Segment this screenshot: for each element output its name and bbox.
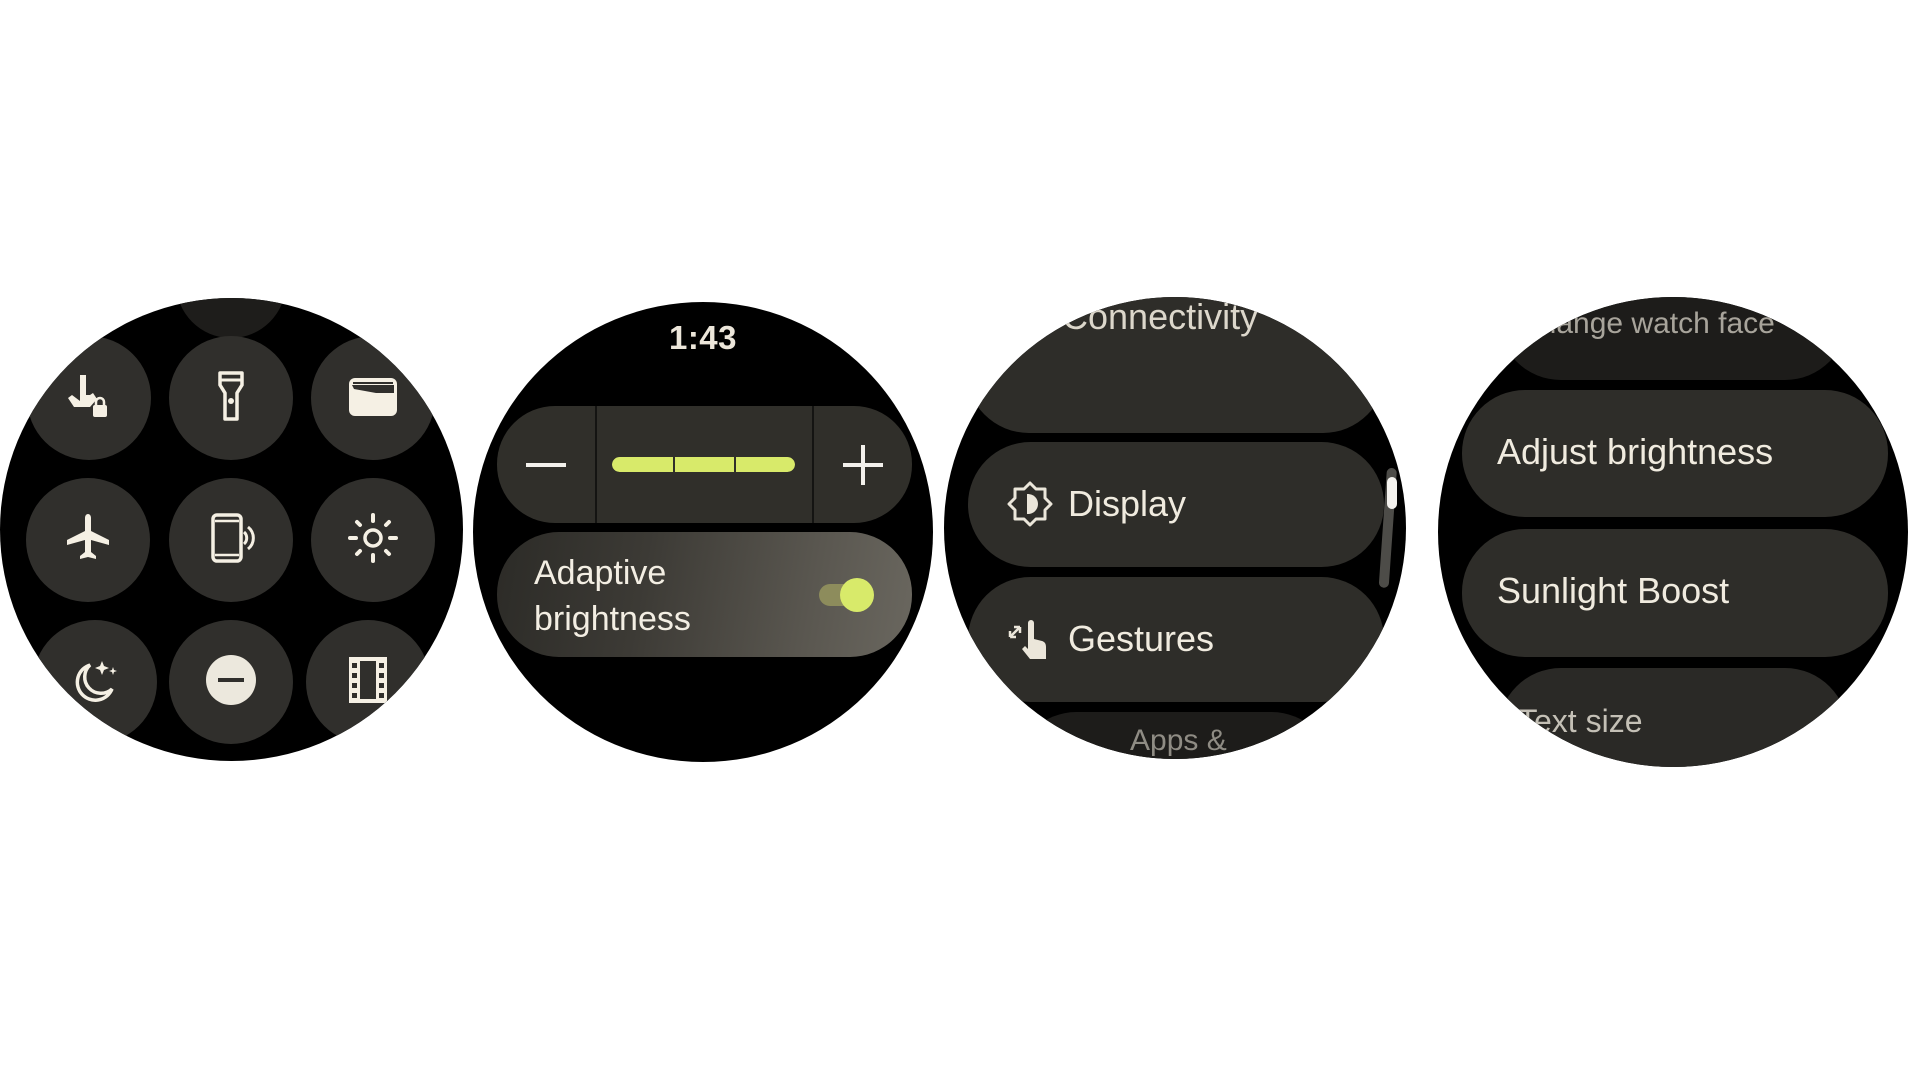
display-item-sunlight-boost[interactable]: Sunlight Boost	[1462, 529, 1888, 657]
plus-icon	[843, 444, 883, 485]
theater-mode-icon	[341, 653, 395, 712]
connectivity-icon	[1002, 301, 1046, 333]
settings-item-label: Display	[1068, 482, 1187, 524]
switch-thumb	[840, 578, 874, 612]
watch-display-settings: Change watch face Adjust brightness Sunl…	[1438, 297, 1908, 767]
tile-bedtime-mode[interactable]	[33, 620, 157, 744]
minus-icon	[526, 462, 566, 467]
tile-find-phone[interactable]	[169, 478, 293, 602]
tile-theater-mode[interactable]	[306, 620, 430, 744]
brightness-icon	[346, 511, 400, 570]
tile-brightness[interactable]	[311, 478, 435, 602]
adaptive-brightness-switch[interactable]	[819, 577, 875, 613]
scrollbar[interactable]	[1378, 467, 1399, 589]
decrease-brightness-button[interactable]	[497, 406, 595, 523]
tile-touch-lock[interactable]	[27, 336, 151, 460]
wallet-icon	[346, 369, 400, 428]
settings-item-apps[interactable]: Apps &	[1014, 712, 1334, 759]
brightness-segment-divider	[673, 457, 675, 472]
slider-divider	[595, 406, 597, 523]
settings-item-gestures[interactable]: Gestures	[968, 577, 1384, 702]
tile-airplane-mode[interactable]	[26, 478, 150, 602]
display-item-label: Change watch face	[1518, 307, 1775, 340]
brightness-level-fill	[612, 457, 795, 472]
adaptive-brightness-label: Adaptive brightness	[534, 554, 691, 638]
scrollbar-thumb[interactable]	[1387, 476, 1397, 509]
settings-item-connectivity[interactable]: Connectivity	[966, 297, 1386, 433]
settings-item-label: Gestures	[1068, 617, 1215, 659]
watch-quick-settings	[0, 298, 463, 761]
watch-settings-list: Connectivity Display Gestures Apps &	[944, 297, 1406, 759]
quick-tile-partial[interactable]	[176, 298, 286, 338]
display-item-adjust-brightness[interactable]: Adjust brightness	[1462, 390, 1888, 517]
display-item-label: Adjust brightness	[1497, 430, 1774, 472]
display-item-change-watch-face[interactable]: Change watch face	[1498, 297, 1848, 380]
increase-brightness-button[interactable]	[814, 406, 912, 523]
clock-time: 1:43	[668, 319, 738, 356]
tile-wallet[interactable]	[311, 336, 435, 460]
settings-item-label: Connectivity	[1062, 297, 1259, 337]
display-item-text-size[interactable]: Text size	[1498, 668, 1848, 767]
gestures-icon	[1008, 619, 1046, 659]
watch-brightness: 1:43 Adaptive brightness	[473, 302, 933, 762]
airplane-mode-icon	[61, 511, 115, 570]
find-my-phone-icon	[204, 511, 258, 570]
display-icon	[1007, 481, 1053, 526]
brightness-segment-divider	[734, 457, 736, 472]
display-item-label: Sunlight Boost	[1497, 570, 1730, 611]
settings-item-label: Apps &	[1130, 724, 1227, 757]
display-item-label: Text size	[1518, 703, 1643, 739]
settings-item-display[interactable]: Display	[968, 442, 1384, 567]
adaptive-brightness-toggle-card[interactable]: Adaptive brightness	[497, 532, 912, 657]
do-not-disturb-icon	[204, 653, 258, 712]
tile-do-not-disturb[interactable]	[169, 620, 293, 744]
brightness-level-bar[interactable]	[612, 457, 795, 472]
brightness-slider[interactable]	[497, 406, 912, 523]
flashlight-icon	[204, 369, 258, 428]
touch-lock-icon	[62, 369, 116, 428]
tile-flashlight[interactable]	[169, 336, 293, 460]
bedtime-mode-icon	[68, 653, 122, 712]
